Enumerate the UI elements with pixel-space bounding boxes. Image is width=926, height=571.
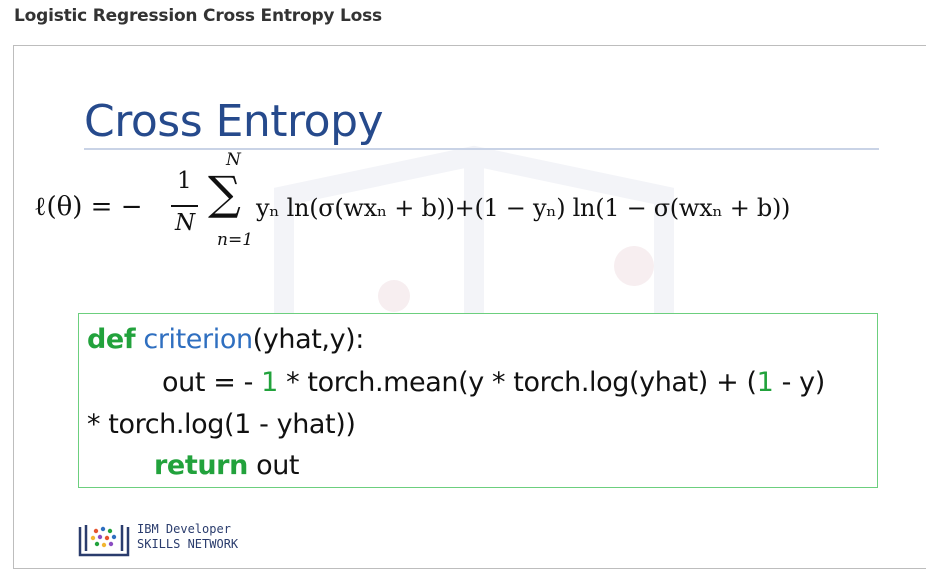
formula-fraction-numerator: 1: [177, 168, 192, 194]
code-text: out = -: [162, 367, 262, 398]
code-line-return: return out: [154, 450, 300, 481]
keyword-def: def: [87, 324, 136, 355]
code-line-out: out = - 1 * torch.mean(y * torch.log(yha…: [162, 367, 825, 398]
brand-line-2: SKILLS NETWORK: [137, 537, 239, 551]
title-divider: [84, 148, 879, 150]
cross-entropy-formula: ℓ(θ) = − 1 N N ∑ n=1 yₙ ln(σ(wxₙ + b))+(…: [34, 150, 914, 264]
code-text: * torch.mean(y * torch.log(yhat) + (: [277, 367, 757, 398]
code-line-log: * torch.log(1 - yhat)): [87, 409, 356, 440]
code-number: 1: [261, 367, 278, 398]
code-number: 1: [756, 367, 774, 398]
code-text: out: [247, 450, 300, 481]
formula-fraction-bar: [171, 205, 198, 207]
formula-sum-lower: n=1: [217, 230, 254, 250]
code-block: def criterion(yhat,y): out = - 1 * torch…: [78, 313, 878, 488]
keyword-return: return: [154, 450, 248, 481]
function-name: criterion: [143, 324, 253, 355]
formula-fraction-denominator: N: [175, 210, 196, 236]
code-text: - y): [773, 367, 826, 398]
brand-text: IBM Developer SKILLS NETWORK: [137, 522, 238, 552]
slide-title: Cross Entropy: [84, 96, 384, 147]
formula-lhs: ℓ(θ) = −: [34, 192, 143, 222]
function-params: (yhat,y):: [252, 324, 365, 355]
slide-frame: Cross Entropy ℓ(θ) = − 1 N N ∑ n=1 yₙ ln…: [13, 45, 926, 569]
brand-line-1: IBM Developer: [137, 522, 231, 536]
code-line-def: def criterion(yhat,y):: [87, 324, 364, 355]
page-heading: Logistic Regression Cross Entropy Loss: [14, 6, 382, 26]
formula-sum-symbol: ∑: [208, 166, 241, 220]
formula-summand: yₙ ln(σ(wxₙ + b))+(1 − yₙ) ln(1 − σ(wxₙ …: [256, 194, 791, 222]
skills-network-logo-icon: [78, 525, 130, 557]
